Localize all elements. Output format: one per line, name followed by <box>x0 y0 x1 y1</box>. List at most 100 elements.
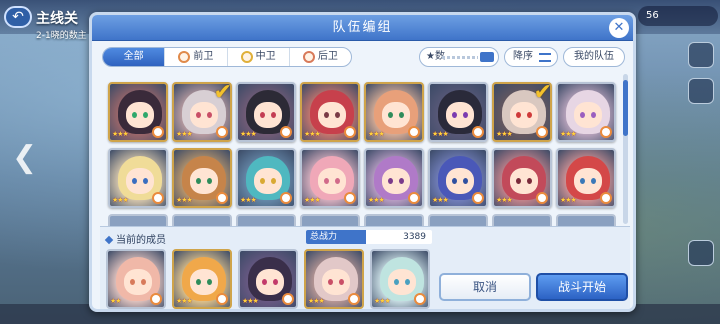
total-power-value: 3389 <box>403 232 426 242</box>
close-icon[interactable]: ✕ <box>609 18 629 38</box>
character-face <box>382 102 410 128</box>
filter-tab-label: 中卫 <box>255 51 276 62</box>
star-rating: ★★★ <box>304 130 321 138</box>
character-face <box>126 102 154 128</box>
role-badge-icon <box>150 293 162 305</box>
character-card[interactable]: ★★★ <box>236 148 296 208</box>
stage-subtitle: 2-1晓的数主 <box>36 31 87 41</box>
role-badge-icon <box>280 126 292 138</box>
character-eye <box>394 279 399 285</box>
character-face <box>124 269 152 295</box>
diamond-icon <box>104 235 114 245</box>
role-badge-icon <box>348 293 360 305</box>
character-card[interactable]: ★★★ ✔ <box>492 82 552 142</box>
character-face <box>510 102 538 128</box>
star-rating: ★★★ <box>176 196 193 204</box>
character-card[interactable]: ★★★ <box>300 82 360 142</box>
member-slot[interactable]: ★★★ <box>304 249 364 309</box>
character-eye <box>260 112 265 118</box>
total-power-box: 总战力 3389 <box>306 230 432 244</box>
star-rating: ★★★ <box>240 196 257 204</box>
role-badge-icon <box>280 192 292 204</box>
character-card[interactable]: ★★★ <box>236 82 296 142</box>
role-badge-icon <box>344 126 356 138</box>
my-team-button[interactable]: 我的队伍 <box>563 47 625 67</box>
stage-title: 主线关 <box>36 11 78 27</box>
character-card[interactable]: ★★★ <box>364 82 424 142</box>
character-card[interactable]: ★★★ <box>300 148 360 208</box>
star-rating: ★★★ <box>368 130 385 138</box>
character-eye <box>405 279 410 285</box>
dialog-title: 队伍编组 <box>92 15 633 41</box>
role-badge-icon <box>408 192 420 204</box>
character-card[interactable]: ★★★ ✔ <box>172 82 232 142</box>
member-slot[interactable]: ★★★ <box>172 249 232 309</box>
star-rating: ★★ <box>110 297 122 305</box>
filter-tab-middle[interactable]: 中卫 <box>228 48 290 66</box>
character-card[interactable]: ★★★ <box>556 82 616 142</box>
character-eye <box>399 178 404 184</box>
filter-tab-label: 前卫 <box>193 51 214 62</box>
character-card[interactable]: ★★★ <box>428 148 488 208</box>
character-eye <box>271 178 276 184</box>
character-eye <box>273 279 278 285</box>
character-face <box>382 168 410 194</box>
star-sort-selector[interactable]: ★数 <box>419 47 499 67</box>
character-card[interactable]: ★★★ <box>364 148 424 208</box>
grid-scrollbar[interactable] <box>623 74 628 224</box>
character-eye <box>196 279 201 285</box>
character-face <box>190 102 218 128</box>
character-eye <box>463 178 468 184</box>
member-slot[interactable]: ★★ <box>106 249 166 309</box>
member-slot[interactable]: ★★★ <box>238 249 298 309</box>
map-icon[interactable] <box>688 78 714 104</box>
character-eye <box>580 112 585 118</box>
character-face <box>256 269 284 295</box>
character-face <box>574 168 602 194</box>
character-card[interactable]: ★★★ <box>428 82 488 142</box>
character-eye <box>196 178 201 184</box>
sort-order-button[interactable]: 降序 <box>504 47 558 67</box>
left-arrow-icon[interactable]: ❮ <box>12 140 37 175</box>
character-card[interactable]: ★★★ <box>556 148 616 208</box>
character-card[interactable]: ★★★ <box>108 148 168 208</box>
character-eye <box>463 112 468 118</box>
character-eye <box>207 112 212 118</box>
menu-icon[interactable] <box>688 42 714 68</box>
character-eye <box>516 112 521 118</box>
selected-check-icon: ✔ <box>213 82 232 105</box>
battle-start-button[interactable]: 战斗开始 <box>536 273 628 301</box>
character-eye <box>207 279 212 285</box>
star-rating: ★★★ <box>374 297 391 305</box>
character-card[interactable]: ★★★ <box>108 82 168 142</box>
character-card[interactable]: ★★★ <box>492 148 552 208</box>
star-rating: ★★★ <box>304 196 321 204</box>
character-face <box>254 102 282 128</box>
character-eye <box>516 178 521 184</box>
cancel-button[interactable]: 取消 <box>439 273 531 301</box>
character-face <box>190 168 218 194</box>
star-rating: ★★★ <box>176 130 193 138</box>
character-card[interactable]: ★★★ <box>172 148 232 208</box>
character-eye <box>452 178 457 184</box>
back-button[interactable]: ↶ <box>4 6 32 28</box>
character-eye <box>324 178 329 184</box>
scrollbar-thumb[interactable] <box>623 80 628 136</box>
role-filter-bar: 全部 前卫 中卫 后卫 <box>102 47 352 67</box>
role-badge-icon <box>536 126 548 138</box>
star-sort-slider <box>442 56 478 59</box>
character-face <box>574 102 602 128</box>
character-eye <box>260 178 265 184</box>
members-label-text: 当前的成员 <box>116 235 166 246</box>
character-eye <box>271 112 276 118</box>
back-role-icon <box>302 51 315 63</box>
gift-icon[interactable] <box>688 240 714 266</box>
role-badge-icon <box>216 293 228 305</box>
role-badge-icon <box>344 192 356 204</box>
filter-tab-front[interactable]: 前卫 <box>165 48 228 66</box>
filter-tab-all[interactable]: 全部 <box>103 48 166 66</box>
filter-tab-back[interactable]: 后卫 <box>290 48 351 66</box>
character-eye <box>388 178 393 184</box>
member-slot[interactable]: ★★★ <box>370 249 430 309</box>
role-badge-icon <box>472 192 484 204</box>
